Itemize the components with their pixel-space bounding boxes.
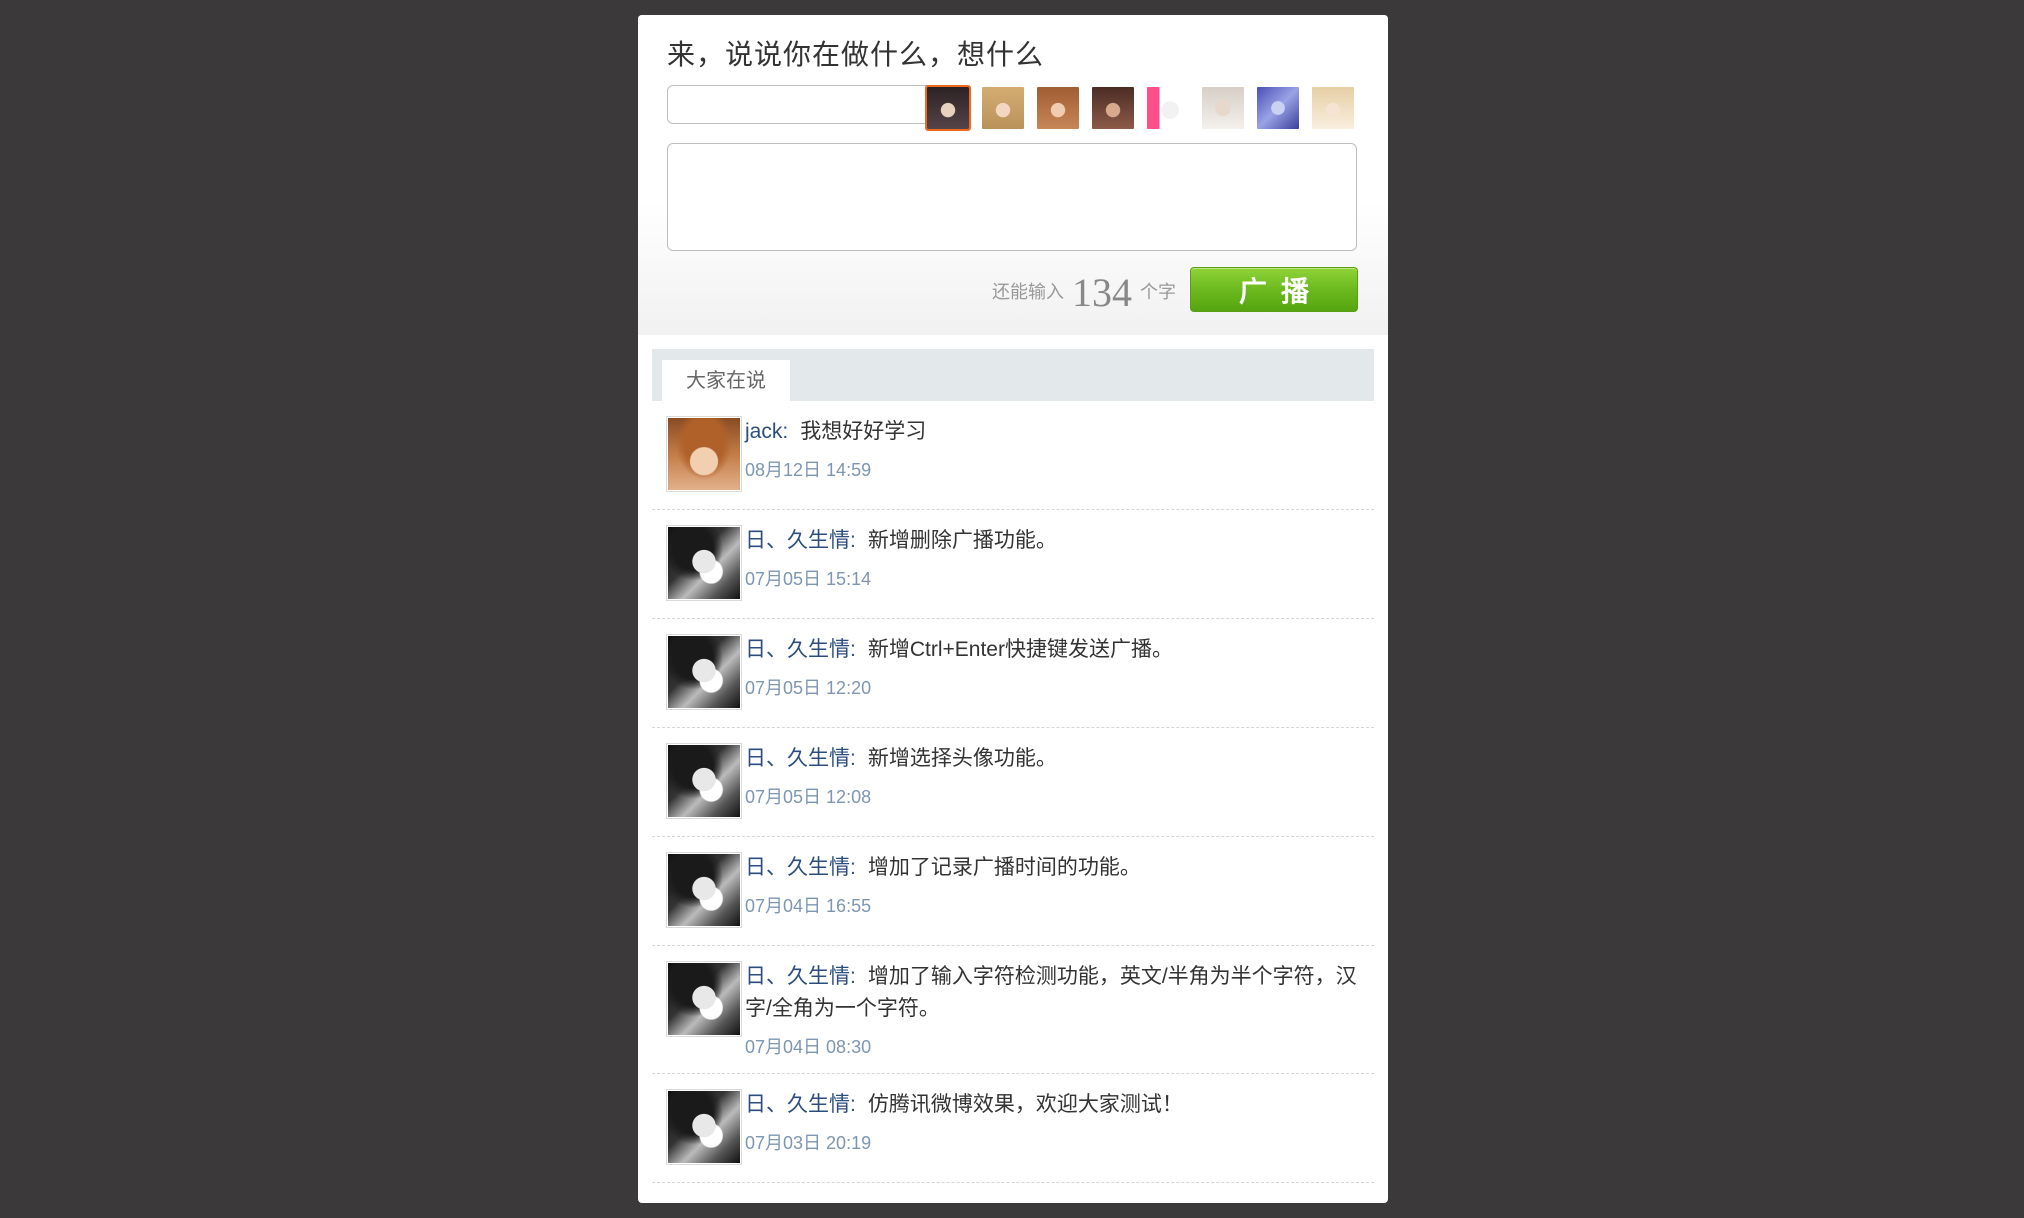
- counter-value: 134: [1072, 270, 1132, 315]
- avatar[interactable]: [666, 961, 742, 1037]
- author-link[interactable]: 日、久生情: [745, 1093, 850, 1116]
- avatar-image: [1037, 87, 1079, 129]
- feed-line: 日、久生情: 新增删除广播功能。: [745, 524, 1360, 557]
- avatar-option-3-icon[interactable]: [1035, 85, 1081, 131]
- avatar-image: [982, 87, 1024, 129]
- avatar-option-6-icon[interactable]: [1200, 85, 1246, 131]
- compose-area: 来，说说你在做什么，想什么 还能输入 134 个字 广播: [638, 15, 1388, 335]
- avatar-image: [668, 963, 740, 1035]
- avatar-image: [1092, 87, 1134, 129]
- feed-time: 07月05日 12:08: [745, 787, 872, 807]
- feed-line: 日、久生情: 新增Ctrl+Enter快捷键发送广播。: [745, 633, 1360, 666]
- feed-item: 日、久生情: 增加了记录广播时间的功能。 07月04日 16:55: [652, 837, 1374, 946]
- avatar-image: [668, 745, 740, 817]
- avatar-option-7-icon[interactable]: [1255, 85, 1301, 131]
- avatar-image: [1312, 87, 1354, 129]
- author-link[interactable]: 日、久生情: [745, 529, 850, 552]
- author-link[interactable]: 日、久生情: [745, 638, 850, 661]
- feed-item: 日、久生情: 仿腾讯微博效果，欢迎大家测试！ 07月03日 20:19: [652, 1074, 1374, 1183]
- avatar-option-5-icon[interactable]: [1145, 85, 1191, 131]
- avatar[interactable]: [666, 416, 742, 492]
- avatar[interactable]: [666, 852, 742, 928]
- author-separator: :: [850, 529, 856, 552]
- tab-everyone-says[interactable]: 大家在说: [662, 360, 790, 401]
- feed-time: 07月03日 20:19: [745, 1133, 872, 1153]
- avatar-picker: [925, 85, 1356, 131]
- avatar-image: [668, 636, 740, 708]
- avatar[interactable]: [666, 634, 742, 710]
- feed-message: 仿腾讯微博效果，欢迎大家测试！: [867, 1093, 1183, 1116]
- feed-message: 新增Ctrl+Enter快捷键发送广播。: [867, 638, 1173, 661]
- avatar-option-8-icon[interactable]: [1310, 85, 1356, 131]
- author-link[interactable]: 日、久生情: [745, 856, 850, 879]
- feed-line: 日、久生情: 新增选择头像功能。: [745, 742, 1360, 775]
- avatar-option-2-icon[interactable]: [980, 85, 1026, 131]
- author-separator: :: [850, 856, 856, 879]
- char-counter: 还能输入 134 个字: [992, 273, 1176, 313]
- avatar-image: [668, 854, 740, 926]
- avatar-image: [1202, 87, 1244, 129]
- feed-time: 07月04日 16:55: [745, 896, 872, 916]
- feed-item: 日、久生情: 增加了输入字符检测功能，英文/半角为半个字符，汉字/全角为一个字符。…: [652, 946, 1374, 1074]
- feed-line: 日、久生情: 仿腾讯微博效果，欢迎大家测试！: [745, 1088, 1360, 1121]
- feed-time: 07月04日 08:30: [745, 1037, 872, 1057]
- feed-line: jack: 我想好好学习: [745, 415, 1360, 448]
- avatar-option-1-icon[interactable]: [925, 85, 971, 131]
- avatar-image: [1257, 87, 1299, 129]
- author-separator: :: [850, 638, 856, 661]
- feed-item: 日、久生情: 新增选择头像功能。 07月05日 12:08: [652, 728, 1374, 837]
- avatar-option-4-icon[interactable]: [1090, 85, 1136, 131]
- avatar-image: [668, 418, 740, 490]
- avatar-image: [1147, 87, 1189, 129]
- feed-section: 大家在说 jack: 我想好好学习 08月12日 14:59 日、久生情: 新增删除…: [652, 349, 1374, 1183]
- counter-prefix: 还能输入: [992, 282, 1064, 302]
- author-link[interactable]: 日、久生情: [745, 965, 850, 988]
- feed-time: 07月05日 15:14: [745, 569, 872, 589]
- feed-item: jack: 我想好好学习 08月12日 14:59: [652, 401, 1374, 510]
- author-separator: :: [850, 965, 856, 988]
- feed-time: 07月05日 12:20: [745, 678, 872, 698]
- feed-tab-bar: 大家在说: [652, 349, 1374, 401]
- author-link[interactable]: jack: [745, 420, 782, 443]
- counter-suffix: 个字: [1140, 282, 1176, 302]
- feed-list: jack: 我想好好学习 08月12日 14:59 日、久生情: 新增删除广播功能。…: [652, 401, 1374, 1183]
- feed-message: 新增删除广播功能。: [867, 529, 1057, 552]
- author-separator: :: [850, 1093, 856, 1116]
- avatar-image: [668, 1091, 740, 1163]
- feed-message: 增加了记录广播时间的功能。: [867, 856, 1141, 879]
- author-separator: :: [850, 747, 856, 770]
- avatar[interactable]: [666, 743, 742, 819]
- feed-time: 08月12日 14:59: [745, 460, 872, 480]
- feed-item: 日、久生情: 新增Ctrl+Enter快捷键发送广播。 07月05日 12:20: [652, 619, 1374, 728]
- broadcast-panel: 来，说说你在做什么，想什么 还能输入 134 个字 广播 大家在说 jack: 我…: [638, 15, 1388, 1203]
- feed-item: 日、久生情: 新增删除广播功能。 07月05日 15:14: [652, 510, 1374, 619]
- feed-message: 新增选择头像功能。: [867, 747, 1057, 770]
- feed-message: 我想好好学习: [800, 420, 927, 443]
- author-link[interactable]: 日、久生情: [745, 747, 850, 770]
- avatar[interactable]: [666, 525, 742, 601]
- avatar-image: [668, 527, 740, 599]
- avatar-image: [927, 87, 969, 129]
- message-textarea[interactable]: [667, 143, 1357, 251]
- avatar[interactable]: [666, 1089, 742, 1165]
- compose-title: 来，说说你在做什么，想什么: [667, 39, 1045, 70]
- feed-line: 日、久生情: 增加了输入字符检测功能，英文/半角为半个字符，汉字/全角为一个字符。: [745, 960, 1360, 1025]
- name-input[interactable]: [667, 85, 935, 124]
- author-separator: :: [782, 420, 789, 443]
- broadcast-button[interactable]: 广播: [1190, 267, 1358, 312]
- feed-line: 日、久生情: 增加了记录广播时间的功能。: [745, 851, 1360, 884]
